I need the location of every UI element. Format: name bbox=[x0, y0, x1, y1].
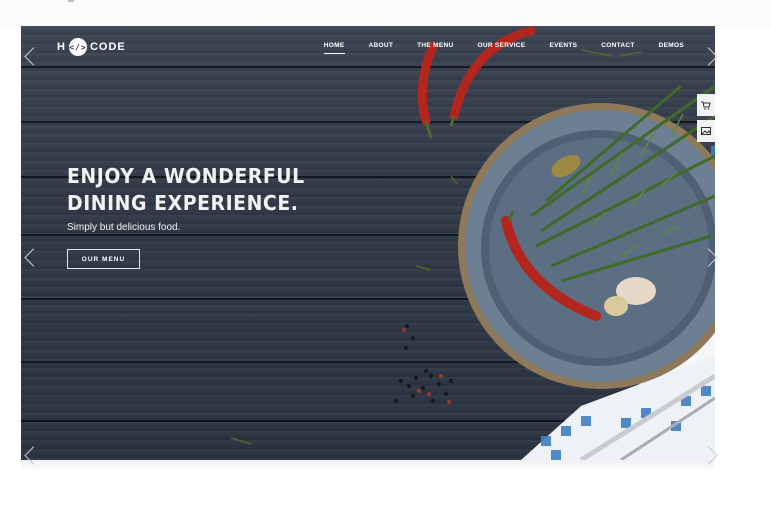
our-menu-button[interactable]: OUR MENU bbox=[67, 249, 140, 269]
top-dot bbox=[68, 0, 74, 2]
nav-about[interactable]: ABOUT bbox=[369, 42, 394, 49]
nav-demos[interactable]: DEMOS bbox=[659, 42, 684, 49]
food-illustration bbox=[230, 26, 715, 460]
logo-text-right: CODE bbox=[89, 41, 126, 53]
top-navigation: H </> CODE HOME ABOUT THE MENU OUR SERVI… bbox=[21, 26, 715, 66]
cart-icon[interactable] bbox=[697, 94, 715, 116]
nav-contact[interactable]: CONTACT bbox=[601, 42, 634, 49]
headline-line-2: DINING EXPERIENCE. bbox=[67, 191, 299, 215]
hero-bottom-shadow bbox=[21, 460, 715, 472]
logo-code-icon: </> bbox=[68, 38, 87, 56]
hero-headline: ENJOY A WONDERFUL DINING EXPERIENCE. bbox=[67, 163, 305, 217]
nav-the-menu[interactable]: THE MENU bbox=[417, 42, 453, 49]
nav-our-service[interactable]: OUR SERVICE bbox=[477, 42, 525, 49]
hero-subtitle: Simply but delicious food. bbox=[67, 222, 181, 233]
nav-home[interactable]: HOME bbox=[323, 42, 345, 54]
main-menu: HOME ABOUT THE MENU OUR SERVICE EVENTS C… bbox=[300, 42, 684, 54]
nav-events[interactable]: EVENTS bbox=[549, 42, 577, 49]
image-icon[interactable] bbox=[697, 120, 715, 142]
hero-slider: H </> CODE HOME ABOUT THE MENU OUR SERVI… bbox=[21, 26, 715, 460]
headline-line-1: ENJOY A WONDERFUL bbox=[67, 164, 305, 188]
site-logo[interactable]: H </> CODE bbox=[57, 38, 126, 56]
top-strip bbox=[0, 0, 771, 26]
logo-text-left: H bbox=[57, 41, 66, 53]
